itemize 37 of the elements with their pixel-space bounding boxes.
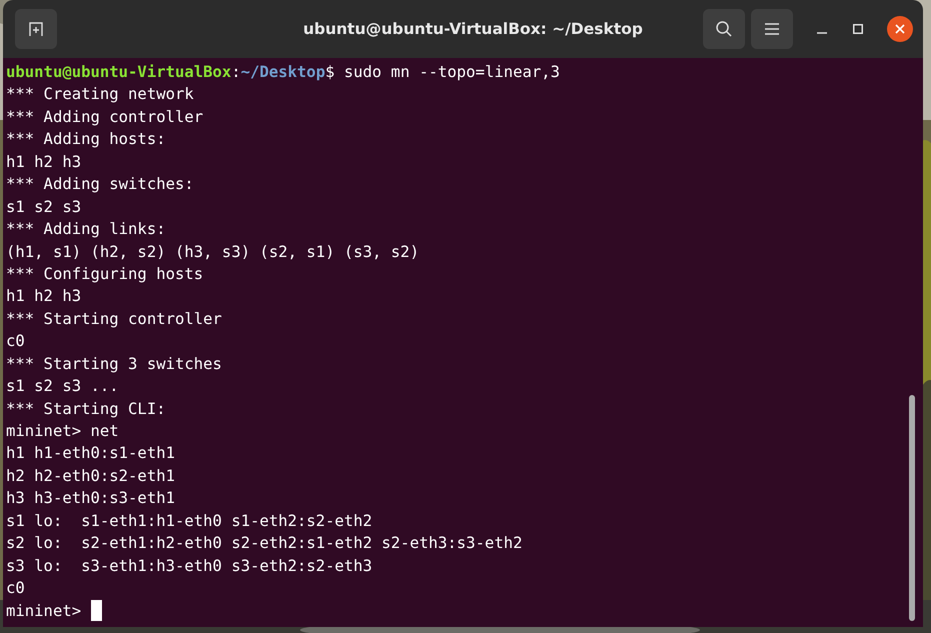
terminal-line: h1 h2 h3 [6, 152, 82, 173]
terminal-line: *** Adding switches: [6, 174, 194, 196]
close-icon [895, 24, 905, 34]
terminal-line: c0 [6, 331, 25, 352]
terminal-line: s1 s2 s3 ... [6, 376, 119, 398]
terminal-line: mininet> net [6, 421, 119, 442]
terminal-line: *** Adding hosts: [6, 129, 166, 150]
terminal-line: (h1, s1) (h2, s2) (h3, s3) (s2, s1) (s3, s2) [6, 242, 420, 262]
terminal-line: h3 h3-eth0:s3-eth1 [6, 488, 175, 510]
terminal-line: s1 s2 s3 [6, 196, 82, 218]
minimize-icon [817, 32, 827, 34]
terminal-line: s3 lo: s3-eth1:h3-eth0 s3-eth2:s2-eth3 [6, 556, 372, 577]
terminal-line: *** Starting controller [6, 308, 222, 330]
terminal-line: *** Adding controller [6, 106, 204, 128]
new-tab-button[interactable] [15, 9, 57, 49]
terminal-line: h1 h2 h3 [6, 286, 82, 308]
close-button[interactable] [887, 16, 913, 42]
scrollbar-thumb[interactable] [909, 395, 915, 621]
terminal-line: s2 lo: s2-eth1:h2-eth0 s2-eth2:s1-eth2 s2-eth3:s3-eth2 [6, 533, 522, 554]
terminal-line: h2 h2-eth0:s2-eth1 [6, 466, 175, 487]
search-button[interactable] [703, 9, 745, 49]
window-title: ubuntu@ubuntu-VirtualBox: ~/Desktop [302, 20, 644, 38]
terminal-line: *** Starting 3 switches [6, 354, 222, 375]
menu-button[interactable] [751, 9, 793, 49]
terminal-line: *** Starting CLI: [6, 398, 166, 420]
terminal-line: s1 lo: s1-eth1:h1-eth0 s1-eth2:s2-eth2 [6, 510, 372, 532]
menu-icon [765, 23, 779, 35]
terminal-line: ubuntu@ubuntu-VirtualBox:~/Desktop$ sudo mn --topo=linear,3 [6, 62, 560, 83]
maximize-icon [853, 24, 863, 34]
terminal-line: c0 [6, 578, 25, 600]
terminal-line: *** Adding links: [6, 219, 166, 240]
terminal-line: h1 h1-eth0:s1-eth1 [6, 443, 175, 464]
terminal-line: *** Configuring hosts [6, 264, 204, 285]
search-icon [715, 20, 733, 38]
terminal-line: *** Creating network [6, 84, 194, 106]
terminal-line: mininet> [6, 600, 82, 622]
new-tab-icon [28, 21, 44, 37]
